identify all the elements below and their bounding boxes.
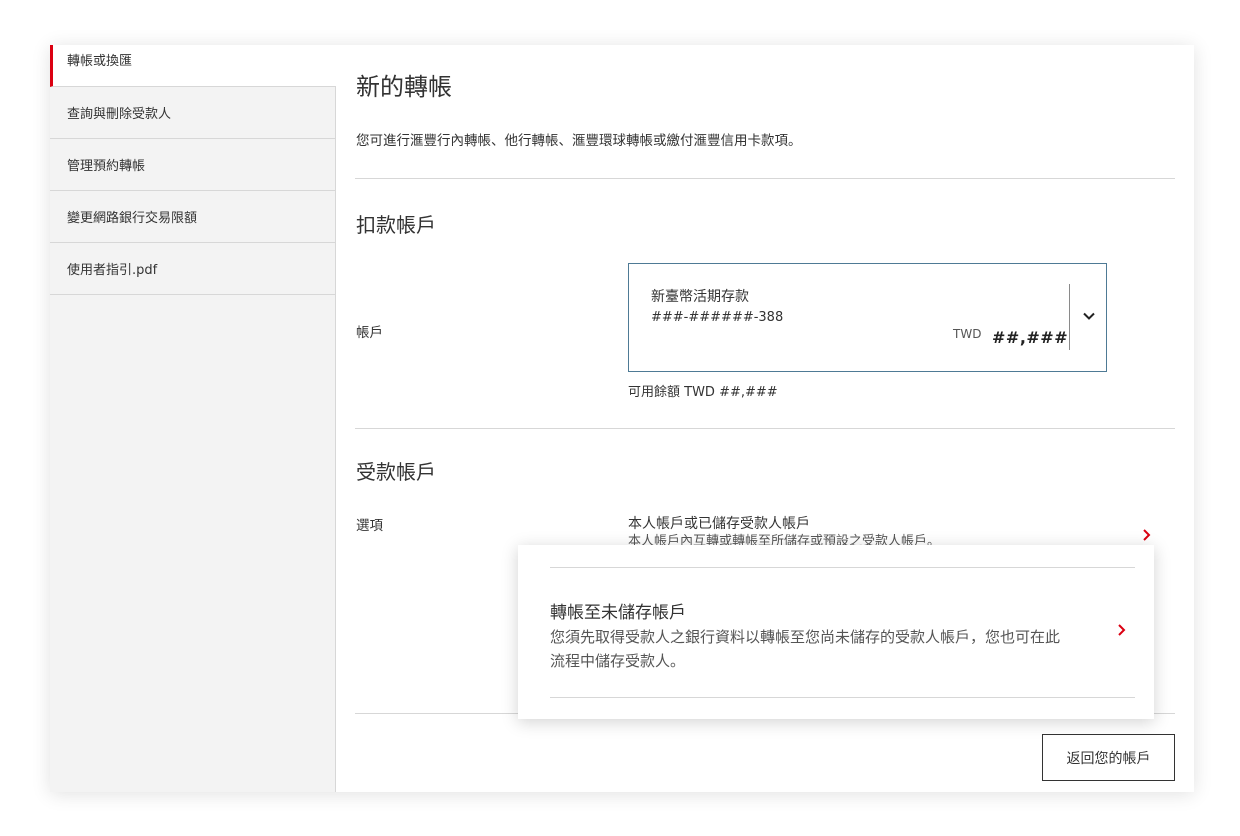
sidebar-item-manage-payees[interactable]: 查詢與刪除受款人 xyxy=(50,87,336,139)
sidebar-item-label: 查詢與刪除受款人 xyxy=(67,107,172,122)
account-balance: ##,### xyxy=(992,328,1069,347)
dropdown-divider xyxy=(550,697,1135,698)
app-frame: 轉帳或換匯 查詢與刪除受款人 管理預約轉帳 變更網路銀行交易限額 使用者指引.p… xyxy=(50,45,1194,792)
sidebar: 轉帳或換匯 查詢與刪除受款人 管理預約轉帳 變更網路銀行交易限額 使用者指引.p… xyxy=(50,45,336,792)
payee-account-heading: 受款帳戶 xyxy=(356,460,436,484)
available-balance: 可用餘額 TWD ##,### xyxy=(628,385,778,400)
sidebar-item-label: 使用者指引.pdf xyxy=(67,263,158,278)
account-label: 帳戶 xyxy=(356,325,383,341)
chevron-right-icon[interactable] xyxy=(1116,622,1128,638)
sidebar-item-scheduled-transfers[interactable]: 管理預約轉帳 xyxy=(50,139,336,191)
sidebar-item-label: 變更網路銀行交易限額 xyxy=(67,211,198,226)
account-name: 新臺幣活期存款 xyxy=(651,289,749,305)
page-intro: 您可進行滙豐行內轉帳、他行轉帳、滙豐環球轉帳或繳付滙豐信用卡款項。 xyxy=(356,133,802,149)
back-to-accounts-button[interactable]: 返回您的帳戶 xyxy=(1042,734,1175,781)
chevron-down-icon[interactable] xyxy=(1081,308,1097,324)
debit-account-heading: 扣款帳戶 xyxy=(356,213,436,237)
sidebar-item-transaction-limits[interactable]: 變更網路銀行交易限額 xyxy=(50,191,336,243)
sidebar-item-label: 管理預約轉帳 xyxy=(67,159,146,174)
sidebar-item-transfer-or-exchange[interactable]: 轉帳或換匯 xyxy=(50,45,336,87)
account-currency: TWD xyxy=(953,327,982,341)
chevron-right-icon[interactable] xyxy=(1141,527,1153,543)
sidebar-item-user-guide-pdf[interactable]: 使用者指引.pdf xyxy=(50,243,336,295)
option-transfer-to-unsaved-account[interactable]: 轉帳至未儲存帳戶 您須先取得受款人之銀行資料以轉帳至您尚未儲存的受款人帳戶，您也… xyxy=(550,568,1135,698)
option-title: 轉帳至未儲存帳戶 xyxy=(550,603,686,623)
account-number: ###-######-388 xyxy=(651,310,784,325)
option-description: 本人帳戶內互轉或轉帳至所儲存或預設之受款人帳戶。 xyxy=(628,534,941,545)
payee-options-dropdown: 轉帳至未儲存帳戶 您須先取得受款人之銀行資料以轉帳至您尚未儲存的受款人帳戶，您也… xyxy=(518,545,1154,719)
options-label: 選項 xyxy=(356,518,383,534)
divider xyxy=(355,428,1175,429)
debit-account-select[interactable]: 新臺幣活期存款 ###-######-388 TWD ##,### xyxy=(628,263,1107,372)
divider xyxy=(355,178,1175,179)
option-title: 本人帳戶或已儲存受款人帳戶 xyxy=(628,516,810,532)
page-title: 新的轉帳 xyxy=(356,73,452,101)
option-description: 您須先取得受款人之銀行資料以轉帳至您尚未儲存的受款人帳戶，您也可在此流程中儲存受… xyxy=(550,628,1061,670)
select-divider xyxy=(1069,284,1070,350)
option-own-or-saved-payee[interactable]: 本人帳戶或已儲存受款人帳戶 本人帳戶內互轉或轉帳至所儲存或預設之受款人帳戶。 xyxy=(628,515,1108,545)
sidebar-item-label: 轉帳或換匯 xyxy=(67,54,133,69)
